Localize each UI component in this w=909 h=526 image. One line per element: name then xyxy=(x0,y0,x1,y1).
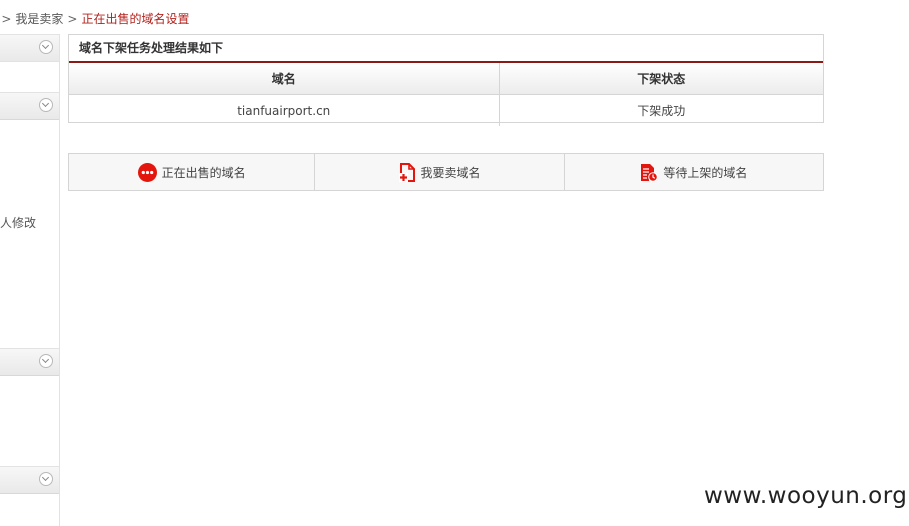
sidebar: 人修改 xyxy=(0,34,60,526)
chevron-down-icon[interactable] xyxy=(39,354,53,368)
status-cell: 下架成功 xyxy=(637,104,686,118)
result-panel: 域名下架任务处理结果如下 域名 下架状态 tianfuairport.cn 下架… xyxy=(68,34,824,126)
chevron-down-icon[interactable] xyxy=(39,98,53,112)
on-sale-domains-button[interactable]: 正在出售的域名 xyxy=(69,154,316,190)
breadcrumb-separator: > xyxy=(1,12,12,26)
chevron-down-icon[interactable] xyxy=(39,472,53,486)
watermark: www.wooyun.org xyxy=(704,483,908,509)
sell-domain-button[interactable]: 我要卖域名 xyxy=(315,154,565,190)
action-label: 等待上架的域名 xyxy=(663,165,748,180)
sidebar-section-header[interactable] xyxy=(0,34,59,62)
sell-document-icon xyxy=(398,162,416,182)
domain-cell: tianfuairport.cn xyxy=(69,94,500,126)
sidebar-section-header[interactable] xyxy=(0,348,59,376)
panel-title: 域名下架任务处理结果如下 xyxy=(69,35,823,63)
breadcrumb-separator: > xyxy=(67,12,78,26)
sidebar-section-header[interactable] xyxy=(0,466,59,494)
pending-list-icon xyxy=(640,163,659,182)
action-label: 我要卖域名 xyxy=(420,165,481,180)
breadcrumb-item-current: 正在出售的域名设置 xyxy=(81,12,190,26)
action-bar: 正在出售的域名 我要卖域名 等待上架的域名 xyxy=(68,153,824,191)
more-dots-icon xyxy=(137,162,157,182)
column-header-domain: 域名 xyxy=(69,63,500,95)
sidebar-item-label[interactable]: 人修改 xyxy=(0,214,36,231)
table-row: tianfuairport.cn 下架成功 xyxy=(69,94,823,126)
breadcrumb: ʹ>我是卖家>正在出售的域名设置 xyxy=(0,11,190,27)
result-table: 域名 下架状态 tianfuairport.cn 下架成功 xyxy=(69,63,823,126)
breadcrumb-item-seller[interactable]: 我是卖家 xyxy=(15,12,63,26)
chevron-down-icon[interactable] xyxy=(39,40,53,54)
pending-domains-button[interactable]: 等待上架的域名 xyxy=(565,154,823,190)
table-header-row: 域名 下架状态 xyxy=(69,63,823,95)
action-label: 正在出售的域名 xyxy=(161,165,246,180)
column-header-status: 下架状态 xyxy=(499,63,823,95)
sidebar-section-header[interactable] xyxy=(0,92,59,120)
sidebar-item[interactable] xyxy=(0,61,59,62)
